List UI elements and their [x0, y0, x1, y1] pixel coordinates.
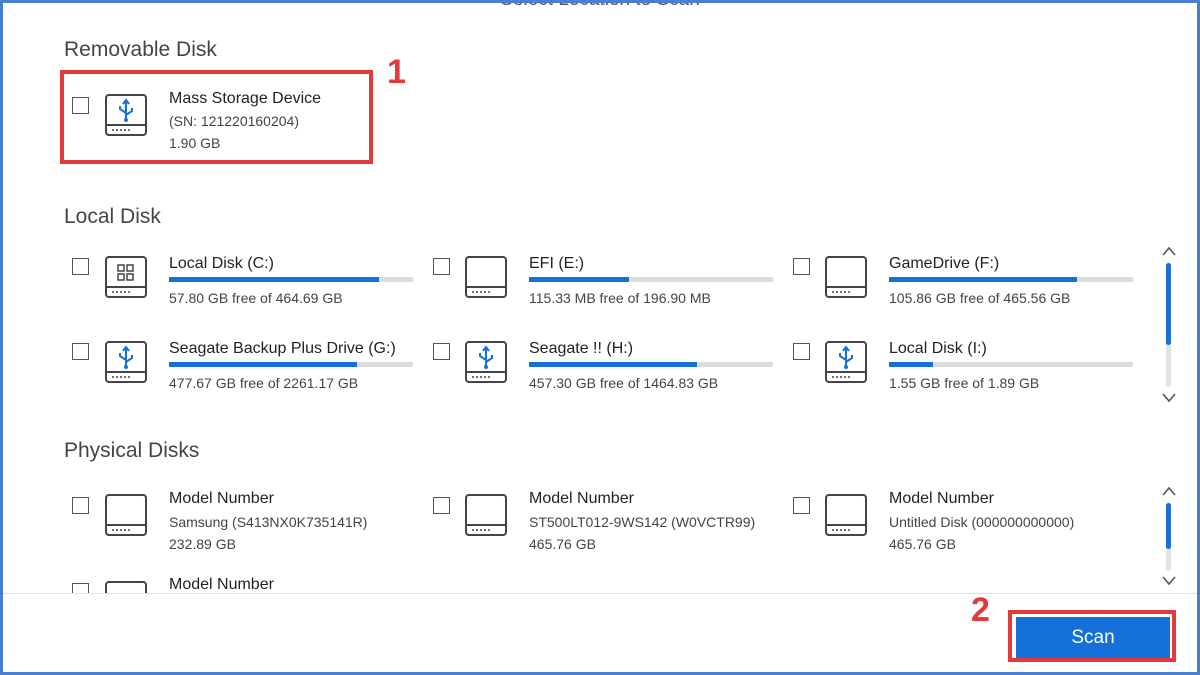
physical-scroll-down-icon[interactable] — [1160, 574, 1178, 588]
gamedrive-f-name: GameDrive (F:) — [889, 255, 1000, 272]
hard-drive-icon — [105, 494, 147, 536]
gamedrive-f-free: 105.86 GB free of 465.56 GB — [889, 290, 1071, 306]
physical-disk-1-name: Model Number — [169, 490, 274, 507]
local-disk-c-usage-bar — [169, 277, 413, 282]
seagate-backup-g-checkbox[interactable] — [72, 343, 89, 360]
seagate-h-free: 457.30 GB free of 1464.83 GB — [529, 375, 719, 391]
local-scroll-up-icon[interactable] — [1160, 244, 1178, 258]
physical-disk-1-size: 232.89 GB — [169, 536, 236, 552]
annotation-box-step-2 — [1008, 610, 1176, 662]
physical-disk-3-size: 465.76 GB — [889, 536, 956, 552]
annotation-number-2: 2 — [971, 591, 990, 629]
usb-drive-icon — [105, 341, 147, 383]
physical-disks-section-title: Physical Disks — [64, 439, 200, 462]
local-disk-i-free: 1.55 GB free of 1.89 GB — [889, 375, 1040, 391]
local-scrollbar-thumb[interactable] — [1166, 263, 1171, 345]
local-disk-c-name: Local Disk (C:) — [169, 255, 274, 272]
footer-divider — [3, 593, 1197, 594]
physical-scroll-up-icon[interactable] — [1160, 484, 1178, 498]
physical-scrollbar-thumb[interactable] — [1166, 503, 1171, 549]
physical-disk-1-checkbox[interactable] — [72, 497, 89, 514]
gamedrive-f-checkbox[interactable] — [793, 258, 810, 275]
physical-disk-3-checkbox[interactable] — [793, 497, 810, 514]
usb-drive-icon — [825, 341, 867, 383]
local-disk-c-free: 57.80 GB free of 464.69 GB — [169, 290, 343, 306]
gamedrive-f-usage-bar — [889, 277, 1133, 282]
physical-disk-3-name: Model Number — [889, 490, 994, 507]
usb-drive-icon — [465, 341, 507, 383]
physical-disk-3-model: Untitled Disk (000000000000) — [889, 514, 1075, 530]
seagate-backup-g-name: Seagate Backup Plus Drive (G:) — [169, 340, 396, 357]
physical-disk-2-model: ST500LT012-9WS142 (W0VCTR99) — [529, 514, 756, 530]
local-disk-i-usage-bar — [889, 362, 1133, 367]
efi-e-usage-fill — [529, 277, 630, 282]
physical-disk-4-name: Model Number — [169, 576, 274, 593]
local-disk-i-usage-fill — [889, 362, 933, 367]
seagate-h-name: Seagate !! (H:) — [529, 340, 634, 357]
physical-disk-4-checkbox[interactable] — [72, 583, 89, 593]
annotation-number-1: 1 — [387, 53, 406, 91]
scan-location-window: Select Location to Scan Removable Disk M… — [0, 0, 1200, 675]
seagate-backup-g-usage-bar — [169, 362, 413, 367]
annotation-box-step-1 — [60, 70, 373, 164]
removable-disk-section-title: Removable Disk — [64, 38, 217, 61]
seagate-h-usage-bar — [529, 362, 773, 367]
window-title: Select Location to Scan — [3, 3, 1197, 11]
physical-scrollbar-track[interactable] — [1166, 503, 1171, 571]
physical-disk-2-size: 465.76 GB — [529, 536, 596, 552]
seagate-h-usage-fill — [529, 362, 698, 367]
seagate-h-checkbox[interactable] — [433, 343, 450, 360]
hard-drive-icon — [825, 494, 867, 536]
local-scrollbar-track[interactable] — [1166, 263, 1171, 387]
efi-e-name: EFI (E:) — [529, 255, 585, 272]
seagate-backup-g-name-clip: Seagate Backup Plus Drive (G:) — [169, 338, 415, 360]
local-scroll-down-icon[interactable] — [1160, 391, 1178, 405]
efi-e-checkbox[interactable] — [433, 258, 450, 275]
windows-drive-icon — [105, 256, 147, 298]
local-disk-section-title: Local Disk — [64, 205, 161, 228]
physical-disk-2-name: Model Number — [529, 490, 634, 507]
local-disk-c-usage-fill — [169, 277, 379, 282]
hard-drive-icon — [465, 494, 507, 536]
seagate-backup-g-usage-fill — [169, 362, 357, 367]
physical-disk-1-model: Samsung (S413NX0K735141R) — [169, 514, 368, 530]
local-disk-i-name: Local Disk (I:) — [889, 340, 987, 357]
seagate-backup-g-free: 477.67 GB free of 2261.17 GB — [169, 375, 359, 391]
efi-e-usage-bar — [529, 277, 773, 282]
hard-drive-icon — [825, 256, 867, 298]
efi-e-free: 115.33 MB free of 196.90 MB — [529, 290, 711, 306]
gamedrive-f-usage-fill — [889, 277, 1077, 282]
local-disk-i-checkbox[interactable] — [793, 343, 810, 360]
physical-disk-2-checkbox[interactable] — [433, 497, 450, 514]
hard-drive-icon — [465, 256, 507, 298]
local-disk-c-checkbox[interactable] — [72, 258, 89, 275]
physical-disk-4-clip: Model Number — [63, 571, 463, 593]
hard-drive-icon — [105, 581, 147, 593]
